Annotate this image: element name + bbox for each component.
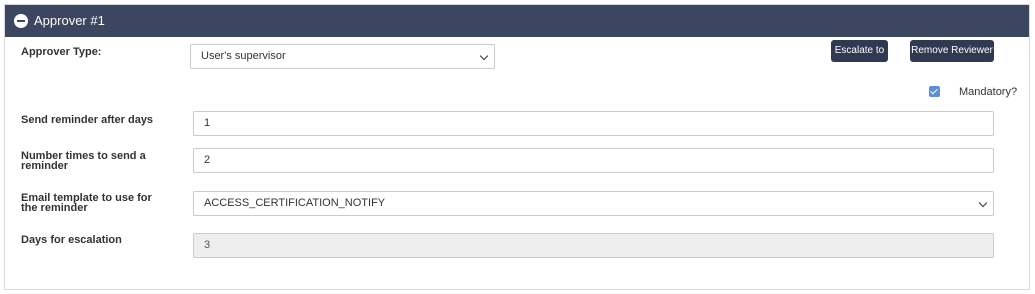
check-icon (930, 86, 938, 95)
reminder-days-label: Send reminder after days (21, 114, 154, 126)
remove-reviewer-button[interactable]: Remove Reviewer (910, 40, 994, 62)
minus-circle-icon[interactable] (14, 14, 28, 28)
email-template-label: Email template to use for the reminder (21, 192, 152, 214)
approver-type-value: User's supervisor (201, 50, 286, 62)
panel-header: Approver #1 (5, 5, 1029, 37)
chevron-down-icon (479, 51, 489, 61)
mandatory-checkbox[interactable] (929, 86, 940, 97)
email-template-select[interactable]: ACCESS_CERTIFICATION_NOTIFY (193, 191, 994, 216)
chevron-down-icon (978, 198, 988, 208)
escalation-days-input: 3 (193, 233, 994, 258)
email-template-value: ACCESS_CERTIFICATION_NOTIFY (204, 197, 386, 209)
escalate-button[interactable]: Escalate to (831, 40, 888, 62)
reminder-count-label: Number times to send a reminder (21, 150, 146, 172)
approver-type-label: Approver Type: (21, 46, 102, 58)
panel-title: Approver #1 (34, 13, 105, 28)
reminder-count-input[interactable]: 2 (193, 148, 994, 173)
reminder-days-input[interactable]: 1 (193, 111, 994, 136)
mandatory-label: Mandatory? (959, 86, 1018, 98)
escalation-days-label: Days for escalation (21, 234, 122, 246)
approver-type-select[interactable]: User's supervisor (190, 44, 495, 69)
